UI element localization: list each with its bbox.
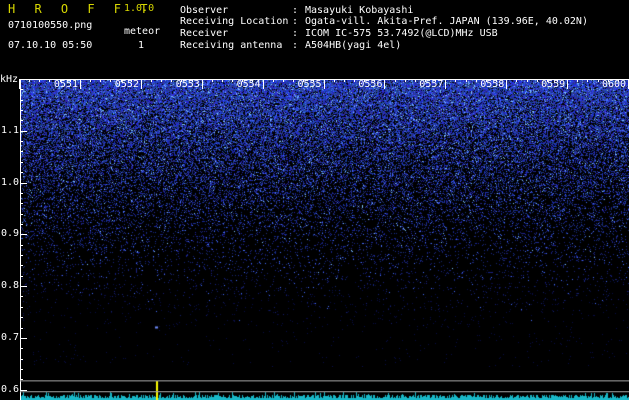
y-tick-label: 0.8 (1, 280, 20, 292)
x-tick-label: 0554 (236, 79, 261, 90)
x-tick-label: 0557 (419, 79, 444, 90)
x-tick-label: 0552 (114, 79, 139, 90)
spectrogram-canvas (20, 79, 629, 367)
x-tick-label: 0553 (175, 79, 200, 90)
antenna-value: A504HB(yagi 4el) (305, 40, 402, 51)
observer-value: Masayuki Kobayashi (305, 5, 414, 16)
location-value: Ogata-vill. Akita-Pref. JAPAN (139.96E, … (305, 16, 588, 27)
y-tick-label: 1.0 (1, 176, 20, 188)
y-tick-label: 0.9 (1, 228, 20, 240)
x-tick-label: 0551 (53, 79, 78, 90)
observer-colon: : (292, 5, 299, 16)
location-label: Receiving Location (180, 16, 289, 27)
x-tick-label: 0556 (358, 79, 383, 90)
antenna-colon: : (292, 40, 299, 51)
receiver-label: Receiver (180, 28, 229, 39)
receiver-value: ICOM IC-575 53.7492(@LCD)MHz USB (305, 28, 498, 39)
antenna-label: Receiving antenna (180, 40, 283, 51)
amplitude-trace-canvas (20, 367, 629, 400)
x-tick-label: 0558 (480, 79, 505, 90)
meteor-count: 1 (138, 40, 145, 51)
x-tick-label: 0555 (297, 79, 322, 90)
file-name: 0710100550.png (8, 20, 93, 31)
hroft-display: H R O F F T 1.0.0 0710100550.png 07.10.1… (0, 0, 629, 400)
observer-label: Observer (180, 5, 229, 16)
app-version: 1.0.0 (124, 3, 155, 14)
receiver-colon: : (292, 28, 299, 39)
observation-datetime: 07.10.10 05:50 (8, 40, 93, 51)
y-tick-label: 0.7 (1, 331, 20, 343)
y-axis-unit: kHz (0, 74, 19, 85)
x-tick-label: 0600 (602, 79, 627, 90)
y-tick-label: 1.1 (1, 124, 20, 136)
y-tick-label: 0.6 (1, 383, 20, 395)
x-tick-label: 0559 (541, 79, 566, 90)
location-colon: : (292, 16, 299, 27)
meteor-label: meteor (124, 26, 161, 37)
